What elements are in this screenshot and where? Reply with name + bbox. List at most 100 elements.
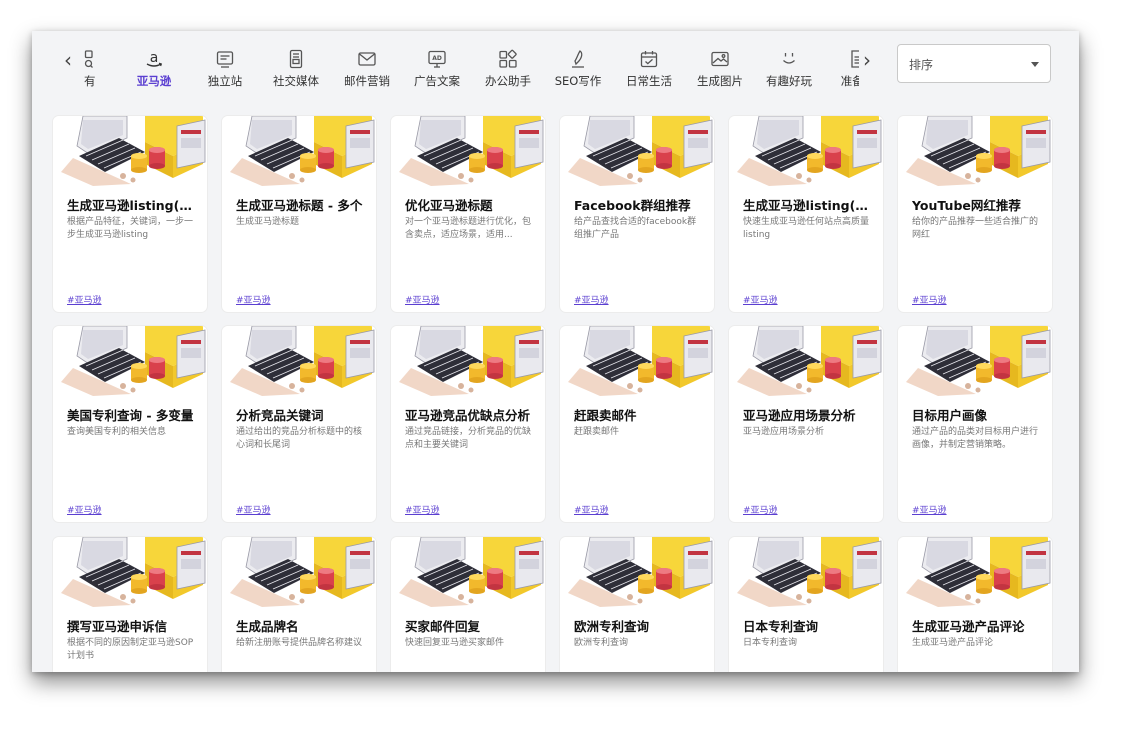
tab-office[interactable]: 办公助手: [473, 31, 543, 105]
tab-label: 有趣好玩: [766, 74, 812, 88]
prompt-card[interactable]: 亚马逊应用场景分析 亚马逊应用场景分析 #亚马逊: [729, 326, 883, 522]
prev-arrow-icon[interactable]: ‹: [60, 45, 76, 75]
category-toolbar: ‹ 所有 a 亚马逊 独立站 社交媒体 邮件营销 AD 广告文案 办公助手 SEO写作 日常生活 生成…: [32, 31, 1079, 105]
card-tag-link[interactable]: #亚马逊: [236, 503, 271, 516]
document-icon: [848, 49, 859, 69]
card-description: 快速生成亚马逊任何站点高质量listing: [743, 217, 870, 240]
card-illustration: [391, 537, 545, 607]
tab-label: 独立站: [207, 74, 243, 88]
prompt-card[interactable]: YouTube网红推荐 给你的产品推荐一些适合推广的网红 #亚马逊: [898, 116, 1052, 312]
card-tag-link[interactable]: #亚马逊: [67, 503, 102, 516]
card-title: 日本专利查询: [743, 619, 819, 634]
tab-calendar[interactable]: 日常生活: [614, 31, 684, 105]
card-illustration: [729, 537, 883, 607]
card-tag-link[interactable]: #亚马逊: [405, 503, 440, 516]
prompt-card[interactable]: 生成亚马逊listing(升... 根据产品特征，关键词，一步一步生成亚马逊lis…: [53, 116, 207, 312]
card-description: 给新注册账号提供品牌名称建议: [236, 638, 363, 648]
tab-smile[interactable]: 有趣好玩: [754, 31, 824, 105]
tab-label: 准备面: [840, 74, 859, 88]
card-title: 买家邮件回复: [405, 619, 481, 634]
card-description: 通过竞品链接，分析竞品的优缺点和主要关键词: [405, 427, 532, 450]
card-illustration: [560, 116, 714, 186]
card-title: 生成亚马逊listing(所...: [743, 198, 873, 213]
tab-mail[interactable]: 邮件营销: [332, 31, 402, 105]
card-illustration: [222, 537, 376, 607]
pen-icon: [568, 49, 588, 69]
card-title: 亚马逊应用场景分析: [743, 408, 856, 423]
card-tag-link[interactable]: #亚马逊: [574, 503, 609, 516]
card-tag-link[interactable]: #亚马逊: [574, 293, 609, 306]
prompt-card[interactable]: 生成亚马逊产品评论生成亚马逊产品评论#亚马逊: [898, 537, 1052, 672]
prompt-card[interactable]: 生成品牌名给新注册账号提供品牌名称建议#亚马逊: [222, 537, 376, 672]
tab-social-media[interactable]: 社交媒体: [261, 31, 331, 105]
smile-icon: [779, 49, 799, 69]
prompt-card[interactable]: 优化亚马逊标题 对一个亚马逊标题进行优化，包含卖点，适应场景，适用... #亚马逊: [391, 116, 545, 312]
prompt-card[interactable]: 美国专利查询 - 多变量 查询美国专利的相关信息 #亚马逊: [53, 326, 207, 522]
card-illustration: [53, 116, 207, 186]
category-tabs: 所有 a 亚马逊 独立站 社交媒体 邮件营销 AD 广告文案 办公助手 SEO写作 日常生活 生成图片…: [84, 31, 859, 105]
card-illustration: [560, 326, 714, 396]
tab-label: 生成图片: [697, 74, 743, 88]
card-description: 赶跟卖邮件: [574, 427, 620, 437]
card-tag-link[interactable]: #亚马逊: [405, 293, 440, 306]
card-description: 亚马逊应用场景分析: [743, 427, 825, 437]
card-description: 快速回复亚马逊买家邮件: [405, 638, 505, 648]
card-title: YouTube网红推荐: [912, 198, 1021, 213]
card-tag-link[interactable]: #亚马逊: [912, 503, 947, 516]
card-illustration: [222, 116, 376, 186]
card-title: 目标用户画像: [912, 408, 988, 423]
prompt-card[interactable]: 撰写亚马逊申诉信根据不同的原因制定亚马逊SOP计划书#亚马逊: [53, 537, 207, 672]
prompt-card[interactable]: Facebook群组推荐 给产品查找合适的facebook群组推广产品 #亚马逊: [560, 116, 714, 312]
app-window: ‹ 所有a亚马逊独立站社交媒体邮件营销AD广告文案办公助手SEO写作日常生活生成…: [32, 31, 1079, 672]
tab-label: 社交媒体: [273, 74, 319, 88]
card-title: 分析竞品关键词: [236, 408, 324, 423]
svg-text:a: a: [150, 50, 159, 66]
card-illustration: [53, 537, 207, 607]
card-title: 美国专利查询 - 多变量: [67, 408, 194, 423]
amazon-icon: a: [144, 49, 164, 69]
card-description: 生成亚马逊产品评论: [912, 638, 994, 648]
tab-label: 广告文案: [414, 74, 460, 88]
sort-select-label: 排序: [909, 58, 934, 72]
card-description: 通过给出的竞品分析标题中的核心词和长尾词: [236, 427, 363, 450]
card-description: 欧洲专利查询: [574, 638, 629, 648]
card-illustration: [53, 326, 207, 396]
next-arrow-icon[interactable]: ›: [859, 45, 875, 75]
prompt-card[interactable]: 亚马逊竞品优缺点分析 通过竞品链接，分析竞品的优缺点和主要关键词 #亚马逊: [391, 326, 545, 522]
prompt-card[interactable]: 分析竞品关键词通过给出的竞品分析标题中的核心词和长尾词 #亚马逊: [222, 326, 376, 522]
card-tag-link[interactable]: #亚马逊: [912, 293, 947, 306]
storefront-icon: [215, 49, 235, 69]
tab-storefront[interactable]: 独立站: [190, 31, 260, 105]
ad-icon: AD: [427, 49, 447, 69]
prompt-card[interactable]: 日本专利查询日本专利查询#亚马逊: [729, 537, 883, 672]
prompt-card[interactable]: 目标用户画像 通过产品的品类对目标用户进行画像，并制定营销策略。 #亚马逊: [898, 326, 1052, 522]
prompt-card[interactable]: 欧洲专利查询欧洲专利查询#亚马逊: [560, 537, 714, 672]
prompt-card[interactable]: 赶跟卖邮件 赶跟卖邮件 #亚马逊: [560, 326, 714, 522]
caret-down-icon: [1031, 62, 1039, 67]
tab-image[interactable]: 生成图片: [685, 31, 755, 105]
tab-ad[interactable]: AD 广告文案: [402, 31, 472, 105]
image-icon: [710, 49, 730, 69]
prompt-card[interactable]: 生成亚马逊listing(所... 快速生成亚马逊任何站点高质量listing #亚…: [729, 116, 883, 312]
card-tag-link[interactable]: #亚马逊: [743, 293, 778, 306]
card-tag-link[interactable]: #亚马逊: [67, 293, 102, 306]
card-title: Facebook群组推荐: [574, 198, 691, 213]
tab-label: 日常生活: [626, 74, 672, 88]
tab-amazon[interactable]: a 亚马逊: [119, 31, 189, 105]
card-title: 生成亚马逊listing(升...: [67, 198, 197, 213]
social-media-icon: [286, 49, 306, 69]
prompt-card[interactable]: 买家邮件回复快速回复亚马逊买家邮件#亚马逊: [391, 537, 545, 672]
card-title: 撰写亚马逊申诉信: [67, 619, 168, 634]
card-tag-link[interactable]: #亚马逊: [743, 503, 778, 516]
card-tag-link[interactable]: #亚马逊: [236, 293, 271, 306]
card-illustration: [729, 326, 883, 396]
sort-select[interactable]: 排序: [897, 44, 1051, 83]
card-title: 欧洲专利查询: [574, 619, 650, 634]
tab-document[interactable]: 准备面: [823, 31, 859, 105]
prompt-card[interactable]: 生成亚马逊标题 - 多个 生成亚马逊标题 #亚马逊: [222, 116, 376, 312]
card-title: 生成亚马逊产品评论: [912, 619, 1025, 634]
tab-pen[interactable]: SEO写作: [543, 31, 613, 105]
calendar-icon: [639, 49, 659, 69]
tab-grid[interactable]: 所有: [84, 31, 119, 105]
card-description: 生成亚马逊标题: [236, 217, 300, 227]
